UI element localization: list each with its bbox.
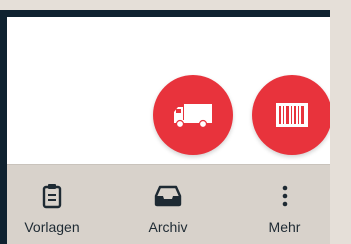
nav-item-vorlagen[interactable]: Vorlagen (7, 165, 97, 244)
nav-label-mehr: Mehr (268, 219, 301, 235)
nav-label-archiv: Archiv (148, 219, 188, 235)
device-frame: Vorlagen Archiv Mehr (0, 10, 330, 244)
truck-action-button[interactable] (153, 75, 233, 155)
app-screen: Vorlagen Archiv Mehr (7, 17, 330, 244)
nav-item-archiv[interactable]: Archiv (97, 165, 239, 244)
nav-item-mehr[interactable]: Mehr (239, 165, 330, 244)
bottom-navigation: Vorlagen Archiv Mehr (7, 164, 330, 244)
truck-icon (174, 104, 212, 129)
more-vertical-icon (282, 185, 287, 207)
barcode-scan-button[interactable] (252, 75, 330, 155)
barcode-icon (276, 103, 308, 127)
inbox-tray-icon (154, 185, 182, 207)
nav-label-vorlagen: Vorlagen (24, 219, 80, 235)
clipboard-icon (42, 184, 62, 209)
